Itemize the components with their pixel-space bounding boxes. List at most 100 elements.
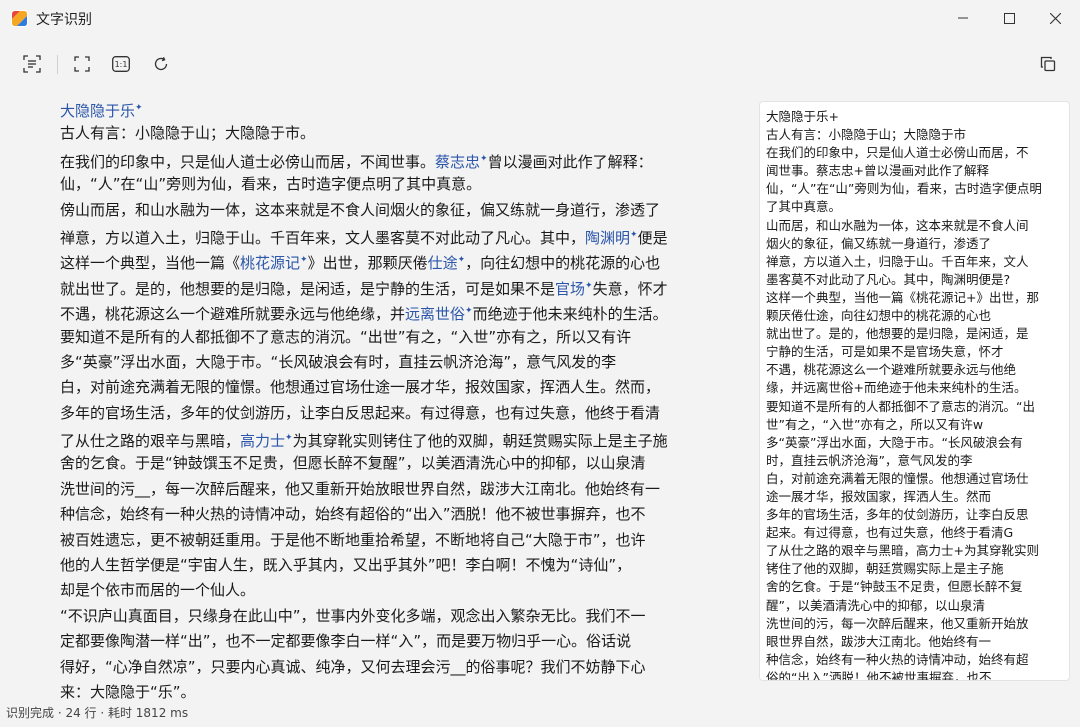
document-text: 洗世间的污__，每一次醉后醒来，他又重新开始放眼世界自然，跋涉大江南北。他始终有…	[60, 479, 661, 498]
result-line: 途一展才华，报效国家，挥洒人生。然而	[766, 488, 992, 504]
result-line: 禅意，方以道入土，归隐于山。千百年来，文人	[766, 253, 1029, 269]
result-line: 起来。有过得意，也有过失意，他终于看清G	[766, 525, 1014, 541]
document-line: 多“英豪”浮出水面，大隐于市。“长风破浪会有时，直挂云帆济沧海”，意气风发的李	[60, 350, 690, 375]
actual-size-button[interactable]: 1:1	[105, 48, 137, 80]
result-line: 大隐隐于乐+	[766, 109, 839, 124]
keyword-link[interactable]: 官场	[555, 280, 585, 298]
result-line: 宁静的生活，可是如果不是官场失意，怀才	[766, 344, 1004, 360]
result-line: 烟火的象征，偏又练就一身道行，渗透了	[766, 235, 992, 251]
result-line: 白，对前途充满着无限的憧憬。他想通过官场仕	[766, 470, 1029, 486]
svg-text:1:1: 1:1	[115, 60, 128, 69]
result-line: 颗厌倦仕途，向往幻想中的桃花源的心也	[766, 308, 992, 324]
toolbar-divider	[57, 55, 58, 74]
result-line: 在我们的印象中，只是仙人道士必傍山而居，不	[766, 145, 1029, 161]
document-text: “不识庐山真面目，只缘身在此山中”，世事内外变化多端，观念出入繁杂无比。我们不一	[60, 606, 646, 625]
keyword-link[interactable]: 蔡志忠	[435, 153, 480, 171]
result-line: 这样一个典型，当他一篇《桃花源记+》出世，那	[766, 289, 1039, 305]
document-text: 为其穿靴实则铐住了他的双脚，朝廷赏赐实际上是主子施	[292, 432, 668, 451]
document-text: 这样一个典型，当他一篇《	[60, 254, 241, 273]
document-text: 不遇，桃花源这么一个避难所就要永远与他绝缘，并	[60, 305, 406, 324]
document-text: 禅意，方以道入土，归隐于山。千百年来，文人墨客莫不对此动了凡心。其中，	[60, 228, 586, 247]
star-icon: ✦	[300, 255, 308, 266]
document-line: 不遇，桃花源这么一个避难所就要永远与他绝缘，并远离世俗✦而绝迹于他未来纯朴的生活…	[60, 299, 690, 324]
document-text: 要知道不是所有的人都抵御不了意志的消沉。“出世”有之，“入世”亦有之，所以又有许	[60, 327, 632, 346]
ocr-result-panel[interactable]: 大隐隐于乐+ 古人有言：小隐隐于山；大隐隐于市在我们的印象中，只是仙人道士必傍山而…	[759, 101, 1070, 681]
maximize-icon	[1003, 12, 1015, 24]
document-line: 他的人生哲学便是“宇宙人生，既入乎其内，又出乎其外”吧！李白啊！不愧为“诗仙”，	[60, 553, 690, 578]
keyword-link[interactable]: 桃花源记	[240, 254, 300, 272]
document-text: 了从仕之路的艰辛与黑暗，	[60, 432, 241, 451]
result-line: 多年的官场生活，多年的仗剑游历，让李白反思	[766, 507, 1029, 523]
document-line: 定都要像陶潜一样“出”，也不一定都要像李白一样“入”，而是要万物归乎一心。俗话说	[60, 629, 690, 654]
document-line: 傍山而居，和山水融为一体，这本来就是不食人间烟火的象征，偏又练就一身道行，渗透了	[60, 198, 690, 223]
text-select-icon	[23, 55, 41, 73]
close-button[interactable]	[1032, 0, 1078, 36]
document-text: 便是	[637, 228, 668, 247]
rotate-button[interactable]	[145, 48, 177, 80]
result-line: 铐住了他的双脚，朝廷赏赐实际上是主子施	[766, 561, 1004, 577]
document-text: 得好，“心净自然凉”，只要内心真诚、纯净，又何去理会污__的俗事呢？我们不妨静下…	[60, 657, 646, 676]
maximize-button[interactable]	[986, 0, 1032, 36]
star-icon: ✦	[480, 153, 488, 164]
document-line: 舍的乞食。于是“钟鼓馔玉不足贵，但愿长醉不复醒”，以美酒清洗心中的抑郁，以山泉清	[60, 451, 690, 476]
minimize-button[interactable]	[940, 0, 986, 36]
document-line: 仙，“人”在“山”旁则为仙，看来，古时造字便点明了其中真意。	[60, 172, 690, 197]
document-line: 在我们的印象中，只是仙人道士必傍山而居，不闻世事。蔡志忠✦曾以漫画对此作了解释：	[60, 147, 690, 172]
document-line: 多年的官场生活，多年的仗剑游历，让李白反思起来。有过得意，也有过失意，他终于看清	[60, 401, 690, 426]
document-line: 被百姓遗忘，更不被朝廷重用。于是他不断地重拾希望，不断地将自己“大隐于市”，也许	[60, 528, 690, 553]
document-text: 就出世了。是的，他想要的是归隐，是闲适，是宁静的生活，可是如果不是	[60, 279, 556, 298]
result-line: 俗的“出入”洒脱！他不被世事摒弃，也不	[766, 669, 992, 681]
result-line: 山而居，和山水融为一体，这本来就是不食人间	[766, 217, 1029, 233]
result-line: 时，直挂云帆济沧海”，意气风发的李	[766, 452, 973, 468]
document-preview: 大隐隐于乐✦ 古人有言：小隐隐于山；大隐隐于市。 在我们的印象中，只是仙人道士必傍山…	[60, 96, 690, 705]
result-line: 种信念，始终有一种火热的诗情冲动，始终有超	[766, 651, 1029, 667]
document-text: ，向往幻想中的桃花源的心也	[465, 254, 661, 273]
text-select-button[interactable]	[16, 48, 48, 80]
result-line: 缘，并远离世俗+而绝迹于他未来纯朴的生活。	[766, 380, 1027, 396]
result-line: 醒”，以美酒清洗心中的抑郁，以山泉清	[766, 597, 985, 613]
document-title: 大隐隐于乐✦	[60, 96, 690, 121]
star-icon: ✦	[585, 280, 593, 291]
app-icon	[11, 10, 28, 27]
star-icon: ✦	[135, 103, 143, 113]
document-line: 得好，“心净自然凉”，只要内心真诚、纯净，又何去理会污__的俗事呢？我们不妨静下…	[60, 655, 690, 680]
document-text: 却是个依市而居的一个仙人。	[60, 581, 256, 600]
ocr-result-text[interactable]: 大隐隐于乐+ 古人有言：小隐隐于山；大隐隐于市在我们的印象中，只是仙人道士必傍山而…	[760, 102, 1069, 681]
result-line: 世”有之，“入世”亦有之，所以又有许w	[766, 416, 984, 432]
fit-screen-icon	[74, 56, 90, 72]
document-line: 这样一个典型，当他一篇《桃花源记✦》出世，那颗厌倦仕途✦，向往幻想中的桃花源的心…	[60, 248, 690, 273]
keyword-link[interactable]: 陶渊明	[585, 229, 630, 247]
document-text: 他的人生哲学便是“宇宙人生，既入乎其内，又出乎其外”吧！李白啊！不愧为“诗仙”，	[60, 556, 632, 575]
status-text: 识别完成 · 24 行 · 耗时 1812 ms	[6, 706, 189, 720]
document-text: 》出世，那颗厌倦	[307, 254, 428, 273]
fit-screen-button[interactable]	[66, 48, 98, 80]
keyword-link[interactable]: 仕途	[428, 254, 458, 272]
document-line: 了从仕之路的艰辛与黑暗，高力士✦为其穿靴实则铐住了他的双脚，朝廷赏赐实际上是主子…	[60, 426, 690, 451]
keyword-link[interactable]: 远离世俗	[405, 305, 465, 323]
document-text: 多“英豪”浮出水面，大隐于市。“长风破浪会有时，直挂云帆济沧海”，意气风发的李	[60, 352, 617, 371]
star-icon: ✦	[285, 433, 293, 444]
document-text: 定都要像陶潜一样“出”，也不一定都要像李白一样“入”，而是要万物归乎一心。俗话说	[60, 632, 632, 651]
result-line: 眼世界自然，跋涉大江南北。他始终有一	[766, 633, 992, 649]
result-line: 古人有言：小隐隐于山；大隐隐于市	[766, 127, 967, 143]
document-line: 要知道不是所有的人都抵御不了意志的消沉。“出世”有之，“入世”亦有之，所以又有许	[60, 325, 690, 350]
keyword-link[interactable]: 高力士	[240, 432, 285, 450]
document-line: 白，对前途充满着无限的憧憬。他想通过官场仕途一展才华，报效国家，挥洒人生。然而，	[60, 375, 690, 400]
document-line: “不识庐山真面目，只缘身在此山中”，世事内外变化多端，观念出入繁杂无比。我们不一	[60, 604, 690, 629]
document-text: 而绝迹于他未来纯朴的生活。	[472, 305, 668, 324]
minimize-icon	[958, 17, 968, 19]
document-line: 就出世了。是的，他想要的是归隐，是闲适，是宁静的生活，可是如果不是官场✦失意，怀…	[60, 274, 690, 299]
keyword-link[interactable]: 大隐隐于乐	[60, 102, 135, 120]
result-line: 多“英豪”浮出水面，大隐于市。“长风破浪会有	[766, 434, 1023, 450]
result-line: 墨客莫不对此动了凡心。其中，陶渊明便是?	[766, 271, 1011, 287]
document-text: 来：大隐隐于“乐”。	[60, 682, 196, 701]
copy-icon	[1040, 56, 1056, 72]
document-text: 仙，“人”在“山”旁则为仙，看来，古时造字便点明了其中真意。	[60, 175, 482, 194]
document-text: 傍山而居，和山水融为一体，这本来就是不食人间烟火的象征，偏又练就一身道行，渗透了	[60, 200, 661, 219]
document-text: 白，对前途充满着无限的憧憬。他想通过官场仕途一展才华，报效国家，挥洒人生。然而，	[60, 378, 661, 397]
copy-button[interactable]	[1032, 48, 1064, 80]
window-title: 文字识别	[36, 12, 92, 28]
star-icon: ✦	[630, 229, 638, 240]
actual-size-icon: 1:1	[112, 56, 130, 72]
result-line: 就出世了。是的，他想要的是归隐，是闲适，是	[766, 326, 1029, 342]
